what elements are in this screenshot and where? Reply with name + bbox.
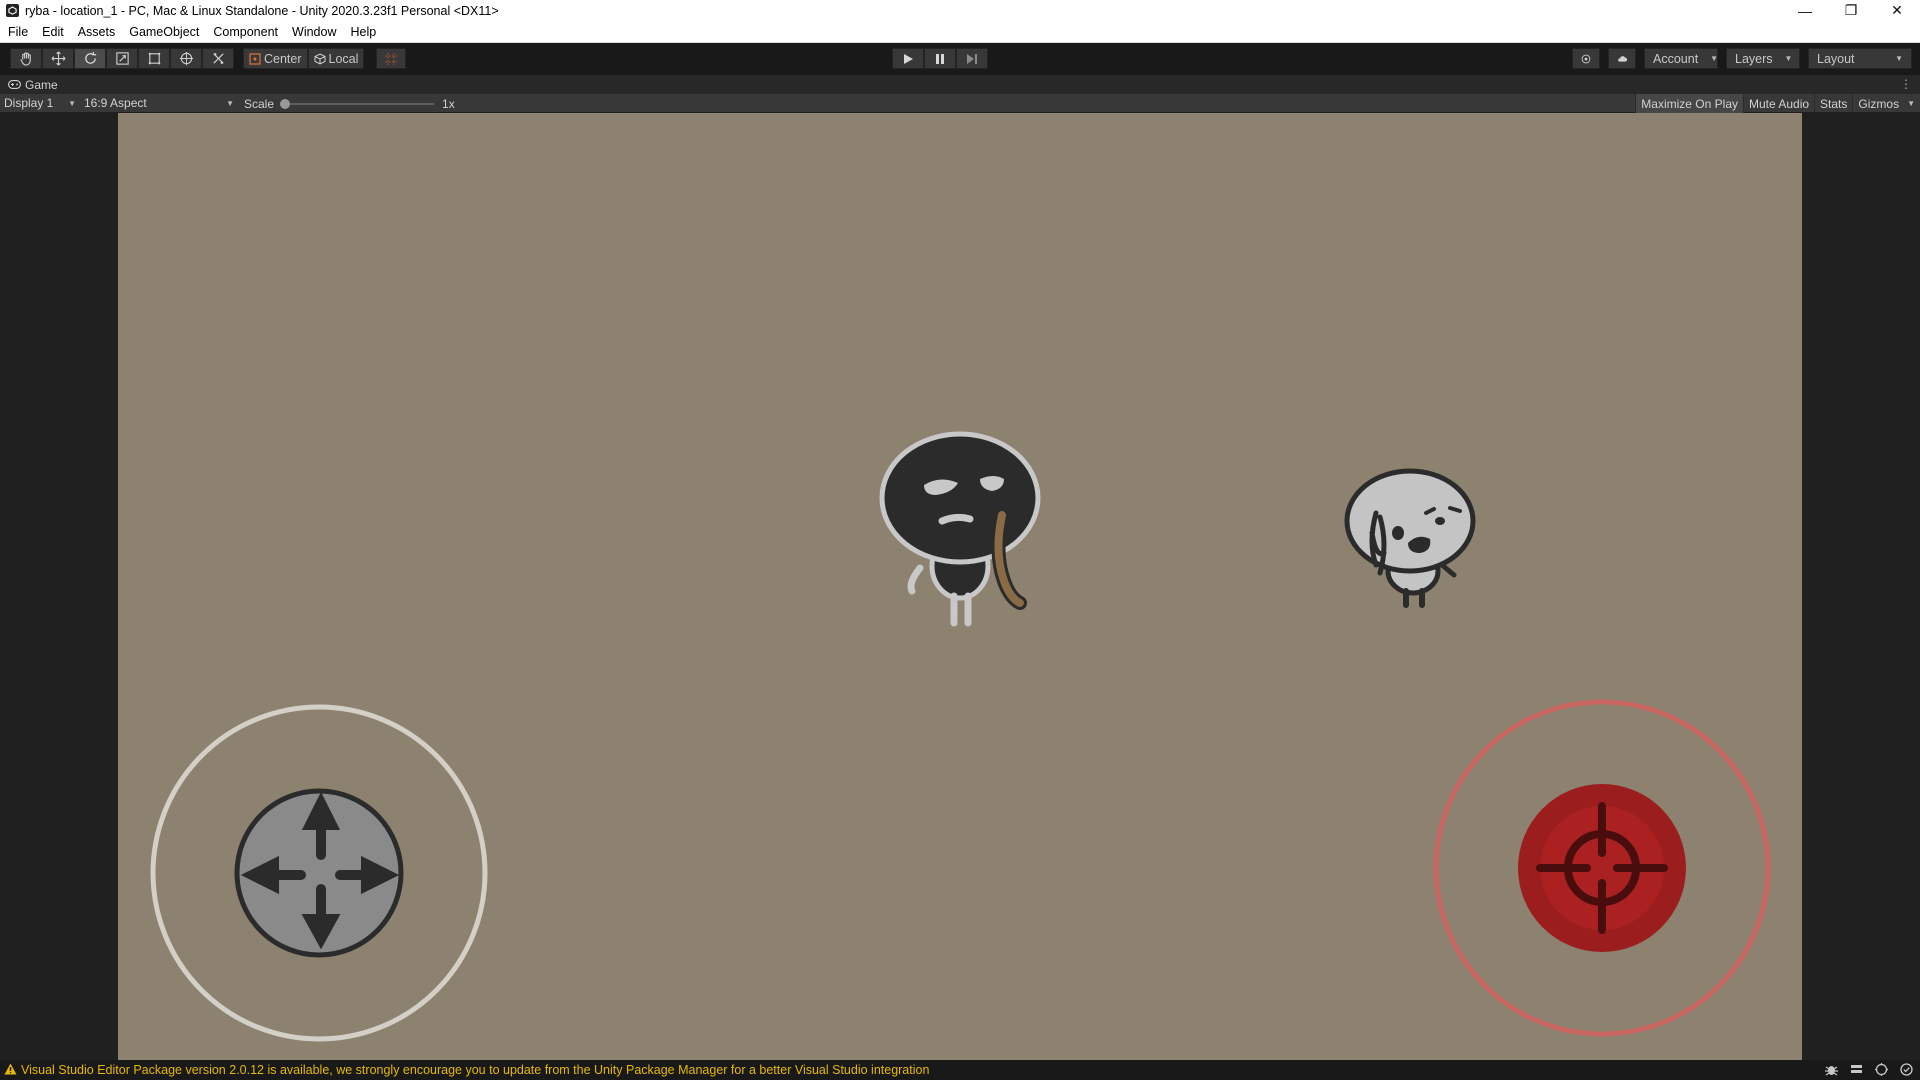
toolbar-right: Account ▼ Layers ▼ Layout ▼ bbox=[1572, 48, 1912, 69]
scale-icon bbox=[115, 52, 129, 65]
scale-control: Scale 1x bbox=[244, 94, 455, 113]
play-icon bbox=[903, 53, 913, 64]
account-label: Account bbox=[1653, 51, 1699, 66]
gamepad-icon bbox=[8, 80, 21, 89]
hand-tool-button[interactable] bbox=[10, 48, 42, 69]
scale-tool-button[interactable] bbox=[106, 48, 138, 69]
unity-app-icon bbox=[6, 4, 19, 17]
play-controls bbox=[892, 48, 988, 69]
scale-slider[interactable] bbox=[280, 98, 435, 109]
close-button[interactable]: ✕ bbox=[1874, 0, 1920, 21]
game-scene bbox=[150, 431, 1771, 1042]
layers-label: Layers bbox=[1735, 51, 1773, 66]
move-arrows-icon bbox=[51, 51, 65, 66]
layout-dropdown[interactable]: Layout ▼ bbox=[1808, 48, 1912, 69]
stats-toggle[interactable]: Stats bbox=[1814, 94, 1852, 113]
warning-icon bbox=[4, 1063, 17, 1078]
layers-dropdown[interactable]: Layers ▼ bbox=[1726, 48, 1800, 69]
pause-icon bbox=[936, 53, 944, 64]
grid-snap-icon bbox=[385, 52, 397, 65]
scale-slider-handle[interactable] bbox=[280, 98, 291, 109]
chevron-down-icon: ▼ bbox=[1710, 54, 1719, 63]
local-cube-icon bbox=[314, 52, 326, 65]
cloud-button[interactable] bbox=[1608, 48, 1636, 69]
transform-icon bbox=[179, 51, 193, 66]
chevron-down-icon: ▼ bbox=[1907, 99, 1915, 108]
collab-icon bbox=[1581, 54, 1591, 63]
pause-button[interactable] bbox=[924, 48, 956, 69]
menu-window[interactable]: Window bbox=[292, 25, 336, 39]
pivot-controls: Center Local bbox=[243, 48, 365, 69]
window-title: ryba - location_1 - PC, Mac & Linux Stan… bbox=[25, 3, 499, 18]
rect-icon bbox=[148, 52, 160, 65]
transform-tools bbox=[10, 48, 234, 69]
menu-assets[interactable]: Assets bbox=[78, 25, 116, 39]
menu-file[interactable]: File bbox=[8, 25, 28, 39]
game-panel-header: Game ⋮ bbox=[0, 75, 1920, 94]
tab-game-label: Game bbox=[25, 77, 58, 92]
move-tool-button[interactable] bbox=[42, 48, 74, 69]
pivot-icon bbox=[249, 52, 261, 65]
display-dropdown[interactable]: Display 1 ▼ bbox=[0, 94, 80, 113]
rotation-label: Local bbox=[328, 51, 359, 66]
chevron-down-icon: ▼ bbox=[1784, 54, 1793, 63]
mute-audio-toggle[interactable]: Mute Audio bbox=[1743, 94, 1814, 113]
main-toolbar: Center Local Account ▼ Layers ▼ Layout ▼ bbox=[0, 43, 1920, 75]
scale-label: Scale bbox=[244, 96, 275, 111]
rotate-tool-button[interactable] bbox=[74, 48, 106, 69]
tab-game[interactable]: Game bbox=[0, 75, 58, 94]
game-viewport bbox=[0, 113, 1920, 1060]
step-button[interactable] bbox=[956, 48, 988, 69]
aim-joystick[interactable] bbox=[1433, 699, 1771, 1037]
account-dropdown[interactable]: Account ▼ bbox=[1644, 48, 1718, 69]
grid-snap-button[interactable] bbox=[376, 48, 406, 69]
menu-bar: File Edit Assets GameObject Component Wi… bbox=[0, 21, 1920, 43]
hand-icon bbox=[19, 52, 31, 66]
custom-tool-button[interactable] bbox=[202, 48, 234, 69]
maximize-on-play-toggle[interactable]: Maximize On Play bbox=[1635, 94, 1743, 113]
enemy-character bbox=[1344, 468, 1476, 608]
move-joystick[interactable] bbox=[150, 704, 488, 1042]
panel-options-icon[interactable]: ⋮ bbox=[1900, 77, 1912, 91]
game-controls-bar: Display 1 ▼ 16:9 Aspect ▼ Scale 1x Maxim… bbox=[0, 94, 1920, 113]
rect-tool-button[interactable] bbox=[138, 48, 170, 69]
gizmos-toggle[interactable]: Gizmos ▼ bbox=[1852, 94, 1920, 113]
play-button[interactable] bbox=[892, 48, 924, 69]
maximize-button[interactable]: ❐ bbox=[1828, 0, 1874, 21]
menu-edit[interactable]: Edit bbox=[42, 25, 64, 39]
check-circle-icon[interactable] bbox=[1899, 1062, 1914, 1077]
game-view[interactable] bbox=[118, 113, 1802, 1060]
menu-component[interactable]: Component bbox=[213, 25, 278, 39]
tools-icon bbox=[212, 53, 224, 64]
menu-help[interactable]: Help bbox=[350, 25, 376, 39]
status-message: Visual Studio Editor Package version 2.0… bbox=[21, 1063, 930, 1077]
chevron-down-icon: ▼ bbox=[68, 98, 76, 108]
title-bar: ryba - location_1 - PC, Mac & Linux Stan… bbox=[0, 0, 1920, 21]
chevron-down-icon: ▼ bbox=[226, 98, 234, 108]
pivot-label: Center bbox=[264, 51, 302, 66]
step-icon bbox=[967, 53, 977, 64]
aspect-label: 16:9 Aspect bbox=[84, 96, 147, 110]
scale-value: 1x bbox=[442, 96, 455, 111]
rotate-icon bbox=[84, 51, 96, 64]
player-character bbox=[879, 431, 1041, 627]
display-label: Display 1 bbox=[4, 96, 54, 110]
lighting-icon[interactable] bbox=[1874, 1062, 1889, 1077]
collab-button[interactable] bbox=[1572, 48, 1600, 69]
pivot-rotation-button[interactable]: Local bbox=[307, 48, 365, 69]
aspect-dropdown[interactable]: 16:9 Aspect ▼ bbox=[80, 94, 238, 113]
game-toggles: Maximize On Play Mute Audio Stats Gizmos… bbox=[1635, 94, 1920, 113]
chevron-down-icon: ▼ bbox=[1895, 54, 1903, 63]
progress-icon[interactable] bbox=[1849, 1062, 1864, 1077]
pivot-center-button[interactable]: Center bbox=[243, 48, 308, 69]
status-icons bbox=[1824, 1062, 1914, 1077]
minimize-button[interactable]: — bbox=[1782, 0, 1828, 21]
gizmos-label: Gizmos bbox=[1858, 96, 1900, 111]
transform-tool-button[interactable] bbox=[170, 48, 202, 69]
debug-icon[interactable] bbox=[1824, 1062, 1839, 1077]
cloud-icon bbox=[1618, 55, 1627, 62]
layout-label: Layout bbox=[1817, 51, 1855, 66]
status-bar[interactable]: Visual Studio Editor Package version 2.0… bbox=[0, 1060, 1920, 1080]
menu-gameobject[interactable]: GameObject bbox=[129, 25, 199, 39]
